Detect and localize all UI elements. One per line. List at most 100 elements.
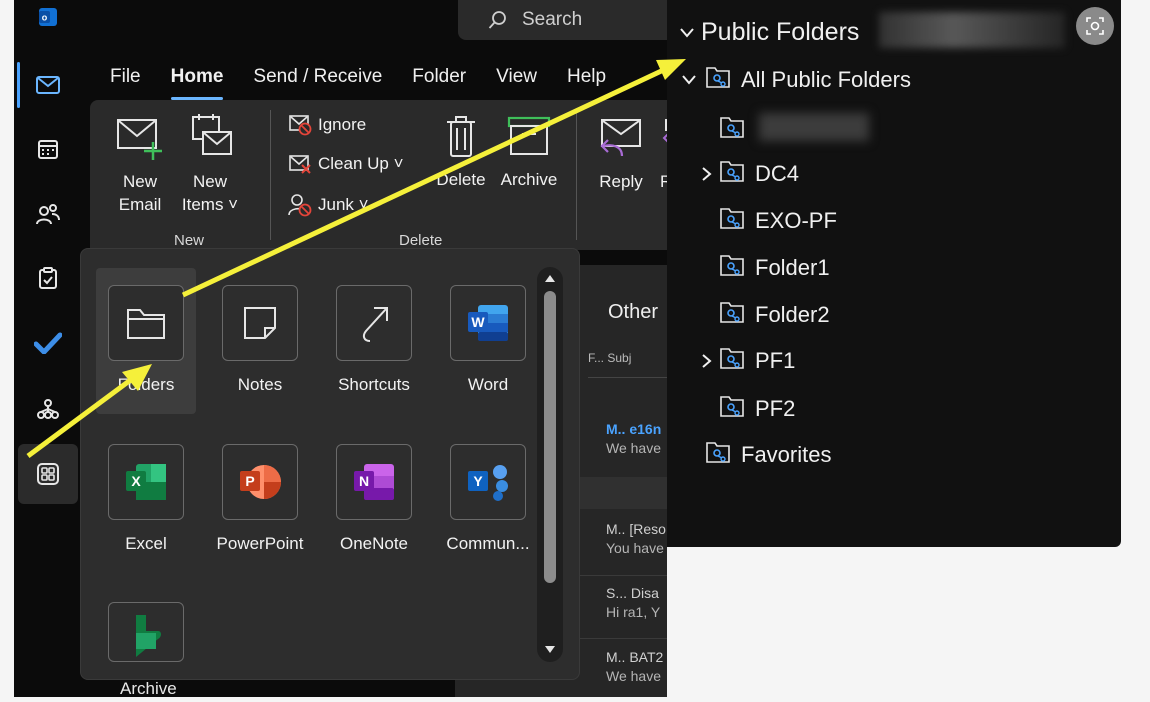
folder-archive[interactable]: Archive [120,679,177,697]
clean-up-icon [289,155,311,174]
message-preview: We have [606,668,661,684]
tree-item-dc4[interactable]: DC4 [699,158,799,190]
outlook-logo-icon: o [16,0,80,34]
chevron-right-icon[interactable] [699,167,715,181]
app-tile-word[interactable]: W Word [438,285,538,395]
message-sender: M.. e16n [606,421,662,437]
menu-bar: File Home Send / Receive Folder View Hel… [110,66,636,100]
ribbon-separator [576,110,577,240]
menu-help[interactable]: Help [567,66,621,94]
tree-item-folder1[interactable]: Folder1 [719,252,830,284]
app-tile-excel[interactable]: X Excel [96,444,196,554]
delete-button[interactable]: Delete [428,114,494,192]
public-folder-icon [719,205,745,237]
message-sender: S... Disa [606,585,659,601]
public-folders-pane: Public Folders All Public Folders DC4 EX… [667,0,1121,547]
redacted-text [879,12,1065,48]
app-tile-bookings[interactable] [96,602,196,662]
app-tile-notes[interactable]: Notes [210,285,310,395]
app-tile-label: Excel [125,534,167,553]
archive-button[interactable]: Archive [496,114,562,192]
tree-label: Public Folders [701,18,860,46]
excel-icon: X [108,444,184,520]
outlook-window: o Search File Home Send / Receive Folder… [14,0,667,697]
flyout-scrollbar[interactable] [537,267,563,662]
message-row[interactable]: S... Disa Hi ra1, Y [580,579,667,620]
app-tile-yammer[interactable]: Y Commun... [438,444,538,554]
chevron-down-icon[interactable] [681,75,697,85]
chevron-right-icon[interactable] [699,354,715,368]
app-tile-shortcuts[interactable]: Shortcuts [324,285,424,395]
reply-button[interactable]: Reply [584,116,658,194]
scroll-down-icon[interactable] [544,645,556,655]
new-items-icon [192,114,232,155]
message-preview: We have [606,440,661,456]
divider [588,377,667,378]
new-email-icon [117,119,162,160]
menu-folder[interactable]: Folder [412,66,481,94]
folder-icon [108,285,184,361]
shortcut-arrow-icon [336,285,412,361]
tab-other[interactable]: Other [608,301,667,324]
app-tile-onenote[interactable]: N OneNote [324,444,424,554]
message-row[interactable]: M.. [Reso You have [580,515,667,556]
new-email-button[interactable]: New Email [114,116,166,217]
screen-capture-icon[interactable] [1076,7,1114,45]
message-row[interactable]: M.. e16n We have [580,415,667,477]
svg-text:o: o [42,13,48,23]
app-tile-powerpoint[interactable]: P PowerPoint [210,444,310,554]
public-folder-icon [719,393,745,425]
reply-icon [600,119,641,157]
clean-up-button[interactable]: Clean Up ˅ [288,153,404,175]
junk-icon [288,194,312,217]
more-apps-icon[interactable] [18,444,78,504]
org-chart-icon[interactable] [16,387,80,431]
message-sender: M.. [Reso [606,521,666,537]
menu-home[interactable]: Home [170,66,239,100]
reply-all-button[interactable]: Re [660,116,667,194]
junk-label: Junk ˅ [318,195,369,214]
scroll-up-icon[interactable] [544,273,556,283]
search-icon [488,11,506,29]
menu-file[interactable]: File [110,66,156,94]
group-new-label: New [174,232,205,249]
junk-button[interactable]: Junk ˅ [288,193,369,217]
app-tile-folders[interactable]: Folders [96,285,196,395]
ignore-icon [289,115,312,136]
scrollbar-thumb[interactable] [544,291,556,583]
tree-item-all-public-folders[interactable]: All Public Folders [681,64,911,96]
menu-view[interactable]: View [496,66,552,94]
calendar-icon[interactable] [16,127,80,171]
tree-item-redacted[interactable] [719,114,755,146]
public-folder-icon [719,114,745,146]
note-icon [222,285,298,361]
todo-check-icon[interactable] [16,321,80,365]
search-box[interactable]: Search [458,0,667,40]
svg-text:X: X [131,473,141,489]
message-preview: Hi ra1, Y [606,604,661,620]
message-preview: You have [606,540,664,556]
message-row[interactable]: M.. BAT2 We have [580,643,667,684]
tree-item-favorites[interactable]: Favorites [705,439,831,471]
mail-icon[interactable] [16,63,80,107]
app-tile-label: Commun... [446,534,530,553]
people-icon[interactable] [16,192,80,236]
tasks-icon[interactable] [16,256,80,300]
tree-label: DC4 [755,161,800,186]
tree-label: EXO-PF [755,208,837,233]
new-email-label-2: Email [118,195,162,214]
tree-root-public-folders[interactable]: Public Folders [679,18,859,47]
ignore-button[interactable]: Ignore [288,114,366,136]
archive-icon [507,116,551,155]
chevron-down-icon[interactable] [679,27,695,38]
menu-send-receive[interactable]: Send / Receive [253,66,397,94]
tree-item-exo-pf[interactable]: EXO-PF [719,205,837,237]
app-tile-label: Notes [237,375,283,394]
app-tile-label: Shortcuts [338,375,410,394]
tree-label: PF1 [755,348,796,373]
tree-item-pf1[interactable]: PF1 [699,345,795,377]
new-items-button[interactable]: New Items ˅ [176,112,244,217]
ribbon-separator [270,110,271,240]
tree-item-folder2[interactable]: Folder2 [719,299,830,331]
tree-item-pf2[interactable]: PF2 [719,393,795,425]
